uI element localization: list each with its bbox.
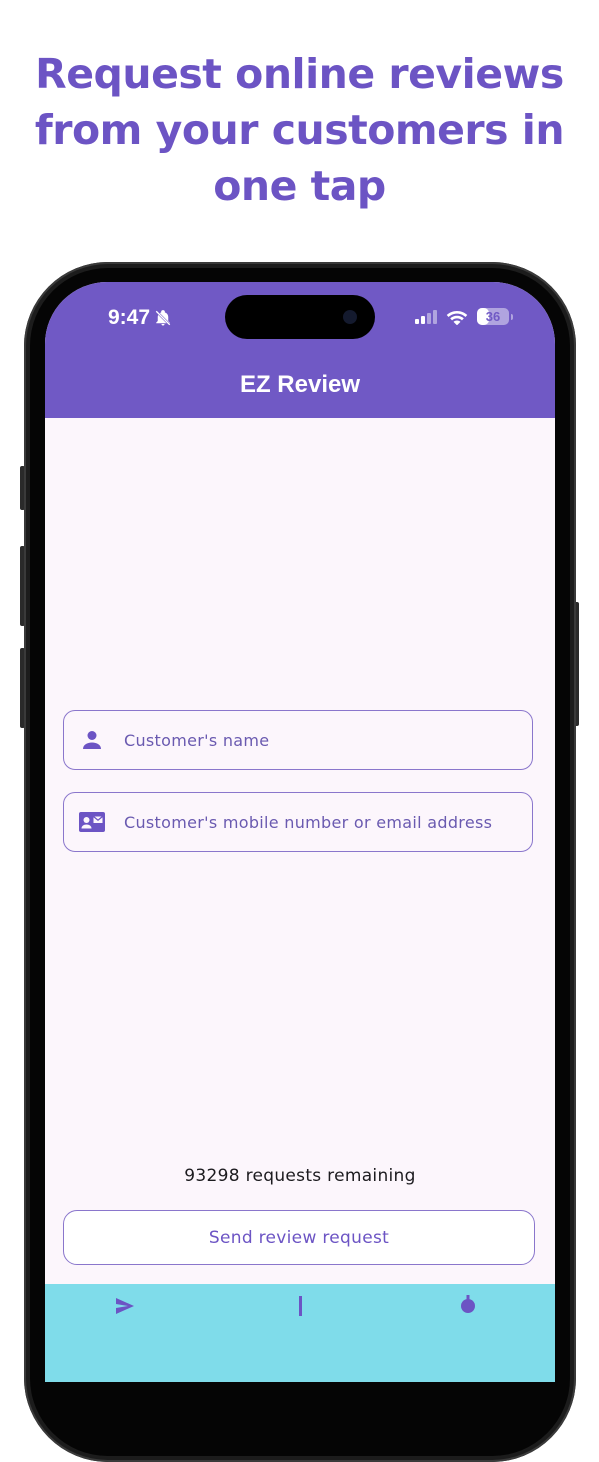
headline-line-3: one tap (213, 162, 386, 210)
dynamic-island (225, 295, 375, 339)
nav-send-icon[interactable] (113, 1294, 137, 1318)
status-indicators: 36 (415, 308, 513, 325)
contact-card-icon (77, 808, 107, 836)
bottom-navigation-bar (45, 1284, 555, 1382)
customer-contact-input[interactable] (124, 793, 524, 851)
cellular-signal-icon (415, 309, 437, 324)
person-icon (77, 726, 107, 754)
front-camera (343, 310, 357, 324)
battery-icon: 36 (477, 308, 513, 325)
app-bar: 9:47 36 EZ Review (45, 282, 555, 418)
bell-slash-icon (155, 310, 171, 326)
nav-settings-icon[interactable] (456, 1294, 480, 1318)
customer-name-input[interactable] (124, 711, 524, 769)
phone-screen: 9:47 36 EZ Review Customer's name Custom… (45, 282, 555, 1382)
customer-contact-field[interactable] (63, 792, 533, 852)
headline-line-2: from your customers in (34, 106, 565, 154)
customer-name-field[interactable] (63, 710, 533, 770)
nav-history-icon[interactable] (288, 1294, 312, 1318)
requests-remaining: 93298 requests remaining (184, 1166, 416, 1186)
send-review-request-button[interactable]: Send review request (63, 1210, 535, 1265)
battery-level: 36 (485, 309, 501, 324)
status-time: 9:47 (108, 306, 172, 330)
wifi-icon (446, 311, 468, 325)
status-time-text: 9:47 (108, 306, 151, 329)
marketing-headline: Request online reviews from your custome… (0, 46, 599, 214)
headline-line-1: Request online reviews (35, 50, 564, 98)
app-title: EZ Review (239, 371, 361, 398)
